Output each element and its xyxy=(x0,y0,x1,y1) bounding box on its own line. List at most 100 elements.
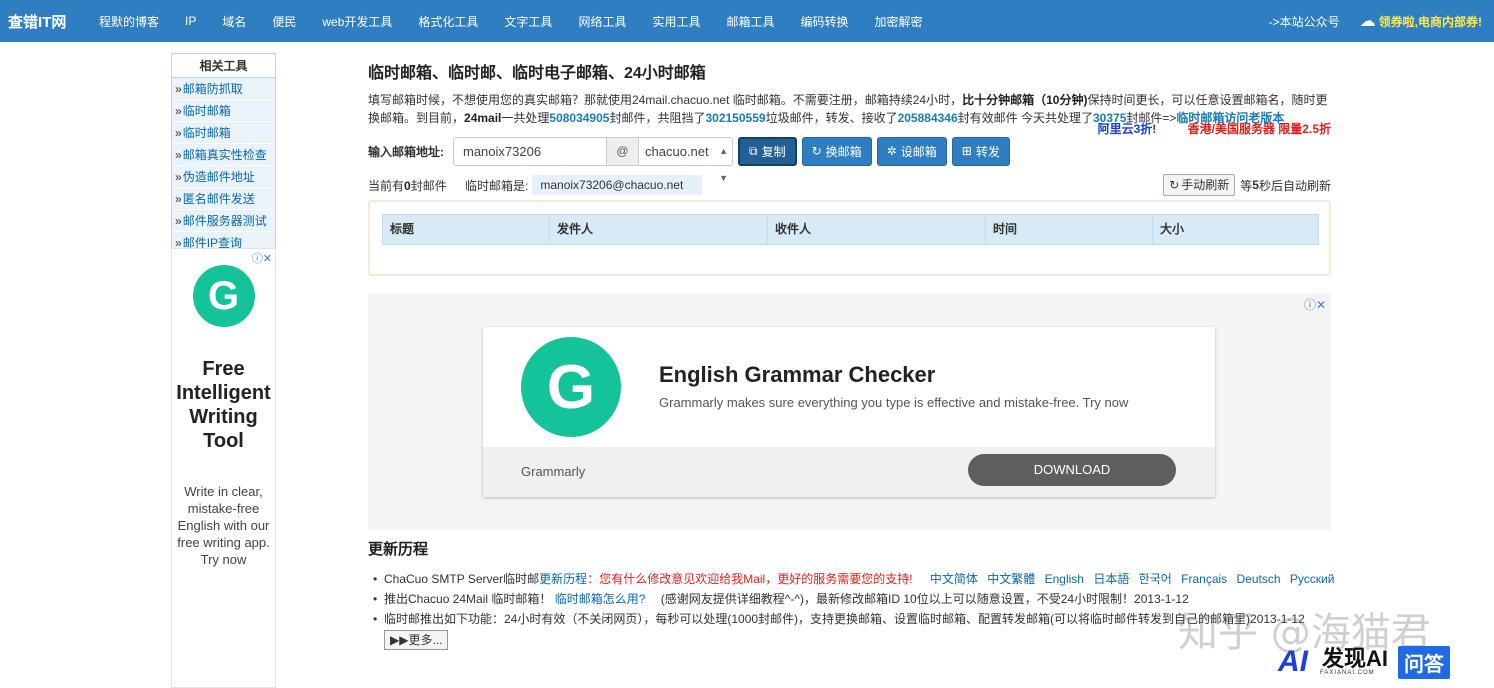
history-text: 临时邮推出如下功能：24小时有效（不关闭网页），每秒可以处理(1000封邮件)，… xyxy=(384,612,1305,626)
side-ad-title-line: Writing xyxy=(189,406,258,428)
intro-part: 一共处理 xyxy=(501,111,550,125)
column-header-recipient: 收件人 xyxy=(768,215,986,244)
sidebar-item-fake-address[interactable]: »伪造邮件地址 xyxy=(172,166,275,188)
side-ad[interactable]: ⓘ✕ G Free Intelligent Writing Tool Write… xyxy=(171,248,276,688)
history-feedback-text: 您有什么修改意见欢迎给我Mail，更好的服务需要您的支持! xyxy=(599,572,913,586)
language-links: 中文简体 中文繁體 English 日本語 한국어 Français Deuts… xyxy=(930,572,1341,586)
intro-part: 封邮件，共阻挡了 xyxy=(609,111,706,125)
domain-select-value: chacuo.net xyxy=(645,143,709,159)
sidebar-item-temp-mail-2[interactable]: »临时邮箱 xyxy=(172,122,275,144)
badge-text: 发现AI FAXIANAI.COM xyxy=(1320,646,1389,677)
ad-choices-icon[interactable]: ⓘ✕ xyxy=(252,250,272,266)
sidebar-item-server-test[interactable]: »邮件服务器测试 xyxy=(172,210,275,232)
side-ad-title-line: Tool xyxy=(203,430,244,452)
sidebar-item-label: 伪造邮件地址 xyxy=(182,170,255,184)
sidebar-item-anon-send[interactable]: »匿名邮件发送 xyxy=(172,188,275,210)
qa-badge: 问答 xyxy=(1398,645,1451,679)
nav-item-domain[interactable]: 域名 xyxy=(209,13,259,30)
at-sign: @ xyxy=(607,136,639,166)
server-promo-link[interactable]: 香港/美国服务器 限量2.5折 xyxy=(1188,122,1331,136)
double-arrow-icon: ▶▶ xyxy=(390,633,409,647)
side-ad-title: Free Intelligent Writing Tool xyxy=(172,357,275,453)
more-button[interactable]: ▶▶更多... xyxy=(384,630,449,650)
ad-choices-icon[interactable]: ⓘ✕ xyxy=(1304,296,1326,313)
ad-card[interactable]: G English Grammar Checker Grammarly make… xyxy=(483,327,1215,497)
change-mailbox-button[interactable]: ↻ 换邮箱 xyxy=(801,136,872,166)
mail-table: 标题 发件人 收件人 时间 大小 xyxy=(368,200,1331,276)
history-text: ChaCuo SMTP Server临时邮 xyxy=(384,572,540,586)
side-ad-description: Write in clear, mistake-free English wit… xyxy=(177,484,270,567)
account-link[interactable]: ->本站公众号 xyxy=(1269,13,1340,30)
coupon-icon: ☁ xyxy=(1359,13,1376,30)
nav-item-mail[interactable]: 邮箱工具 xyxy=(713,13,787,30)
nav-item-webdev[interactable]: web开发工具 xyxy=(309,13,405,30)
intro-part: 填写邮箱时候，不想使用您的真实邮箱？那就使用24mail.chacuo.net … xyxy=(368,93,963,107)
temp-address-value[interactable]: manoix73206@chacuo.net xyxy=(532,175,703,195)
column-header-size: 大小 xyxy=(1160,222,1185,236)
nav-item-format[interactable]: 格式化工具 xyxy=(405,13,491,30)
lang-zh-cn-link[interactable]: 中文简体 xyxy=(930,572,978,586)
lang-fr-link[interactable]: Français xyxy=(1181,572,1227,586)
sidebar-item-temp-mail[interactable]: »临时邮箱 xyxy=(172,100,275,122)
email-input-row: 输入邮箱地址: manoix73206 @ chacuo.net ▲ ▼ ⧉ 复制 … xyxy=(368,136,1331,183)
nav-item-ip[interactable]: IP xyxy=(172,14,209,28)
ad-headline: English Grammar Checker xyxy=(659,362,936,387)
sidebar-item-verify[interactable]: »邮箱真实性检查 xyxy=(172,144,275,166)
lang-de-link[interactable]: Deutsch xyxy=(1237,572,1281,586)
valid-count: 205884346 xyxy=(897,111,958,125)
manual-refresh-button[interactable]: ↻ 手动刷新 xyxy=(1163,174,1236,196)
sidebar-item-anti-crawl[interactable]: »邮箱防抓取 xyxy=(172,78,275,100)
lang-ko-link[interactable]: 한국어 xyxy=(1139,572,1172,586)
aliyun-promo-link[interactable]: 阿里云3折! xyxy=(1098,122,1157,136)
column-header-time: 时间 xyxy=(986,215,1153,244)
lang-zh-tw-link[interactable]: 中文繁體 xyxy=(987,572,1035,586)
banner-ad[interactable]: ⓘ✕ G English Grammar Checker Grammarly m… xyxy=(368,293,1331,530)
history-title: 更新历程 xyxy=(368,541,429,558)
forward-button-label: 转发 xyxy=(975,144,1000,159)
coupon-link[interactable]: ☁ 领券啦,电商内部券! xyxy=(1360,11,1482,31)
howto-link[interactable]: 临时邮箱怎么用? xyxy=(555,592,646,606)
nav-item-crypto[interactable]: 加密解密 xyxy=(862,13,936,30)
arrow-icon: » xyxy=(175,148,182,162)
email-name-input[interactable]: manoix73206 xyxy=(453,136,607,166)
temp-address-label: 临时邮箱是: xyxy=(465,178,529,193)
domain-select[interactable]: chacuo.net ▲ ▼ xyxy=(639,136,733,183)
arrow-icon: » xyxy=(175,104,182,118)
lang-en-link[interactable]: English xyxy=(1045,572,1084,586)
sidebar-item-label: 匿名邮件发送 xyxy=(182,192,255,206)
set-mailbox-button[interactable]: ✲ 设邮箱 xyxy=(876,136,947,166)
intro-bold: 比十分钟邮箱（10分钟) xyxy=(962,93,1088,107)
site-logo[interactable]: 查错IT网 xyxy=(0,11,86,32)
lang-ja-link[interactable]: 日本語 xyxy=(1093,572,1129,586)
blocked-count: 302150559 xyxy=(705,111,766,125)
sidebar-item-label: 邮箱防抓取 xyxy=(182,82,243,96)
plus-square-icon: ⊞ xyxy=(961,144,972,158)
sidebar-item-label: 邮件服务器测试 xyxy=(182,214,267,228)
change-button-label: 换邮箱 xyxy=(825,144,862,159)
related-tools-sidebar: 相关工具 »邮箱防抓取 »临时邮箱 »临时邮箱 »邮箱真实性检查 »伪造邮件地址… xyxy=(171,53,276,255)
ad-subtitle: Grammarly makes sure everything you type… xyxy=(659,395,1129,410)
history-text: (感谢网友提供详细教程^-^)，最新修改邮箱ID 10位以上可以随意设置，不受2… xyxy=(660,592,1189,606)
sidebar-item-label: 邮箱真实性检查 xyxy=(182,148,267,162)
intro-bold: 24mail xyxy=(464,111,502,125)
nav-item-text[interactable]: 文字工具 xyxy=(491,13,565,30)
refresh-icon: ↻ xyxy=(1169,178,1180,192)
copy-button[interactable]: ⧉ 复制 xyxy=(738,136,797,166)
refresh-button-label: 手动刷新 xyxy=(1181,178,1230,192)
nav-item-blog[interactable]: 程默的博客 xyxy=(86,13,172,30)
nav-item-network[interactable]: 网络工具 xyxy=(565,13,639,30)
history-link[interactable]: 更新历程 xyxy=(539,572,587,586)
arrow-icon: » xyxy=(175,126,182,140)
coupon-label: 领券啦,电商内部券! xyxy=(1378,14,1482,29)
ad-brand: Grammarly xyxy=(521,464,586,479)
ad-download-button[interactable]: DOWNLOAD xyxy=(968,454,1176,486)
nav-item-encoding[interactable]: 编码转换 xyxy=(787,13,861,30)
nav-item-convenience[interactable]: 便民 xyxy=(259,13,309,30)
badge-title: 发现AI xyxy=(1322,646,1389,671)
refresh-area: ↻ 手动刷新 等 5 秒后自动刷新 xyxy=(1163,174,1331,196)
forward-button[interactable]: ⊞ 转发 xyxy=(951,136,1010,166)
lang-ru-link[interactable]: Русский xyxy=(1290,572,1335,586)
nav-right: ->本站公众号 ☁ 领券啦,电商内部券! xyxy=(1269,0,1482,42)
nav-item-utility[interactable]: 实用工具 xyxy=(639,13,713,30)
side-ad-title-line: Intelligent xyxy=(176,382,271,404)
